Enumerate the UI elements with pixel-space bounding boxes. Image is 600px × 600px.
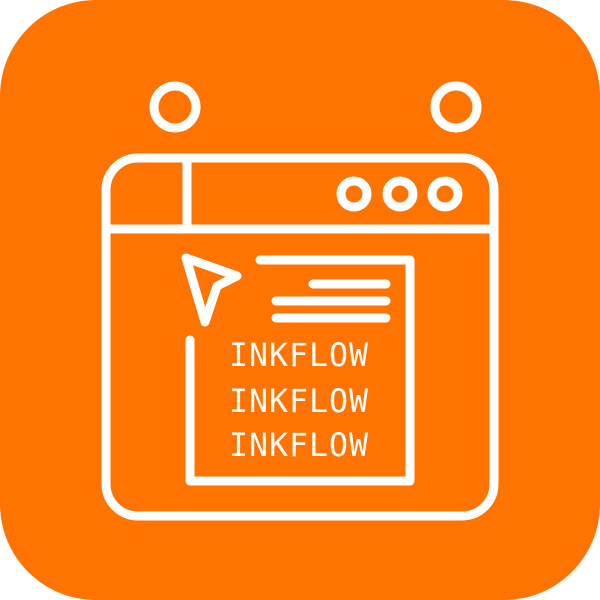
browser-window-icon: INKFLOW INKFLOW INKFLOW	[101, 81, 499, 521]
brand-word: INKFLOW	[229, 382, 369, 420]
right-ring-icon	[430, 81, 482, 133]
left-ring-icon	[149, 81, 201, 133]
cursor-arrow-icon	[181, 253, 242, 327]
app-icon-tile: INKFLOW INKFLOW INKFLOW	[0, 0, 600, 600]
brand-word: INKFLOW	[229, 336, 369, 374]
control-dot-icon	[382, 176, 418, 212]
brand-word: INKFLOW	[229, 426, 369, 464]
control-dot-icon	[427, 176, 463, 212]
control-dot-icon	[336, 176, 372, 212]
